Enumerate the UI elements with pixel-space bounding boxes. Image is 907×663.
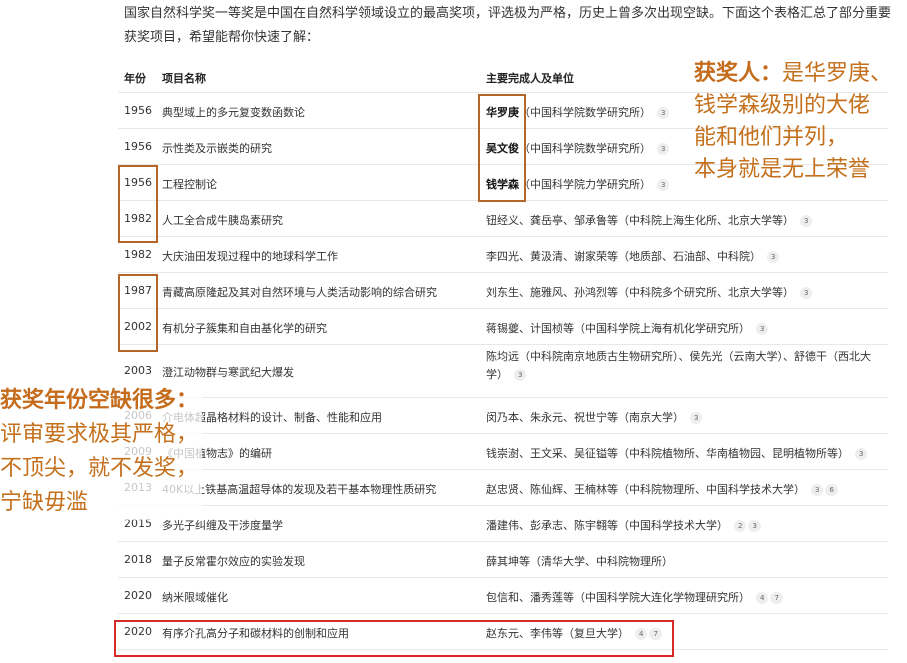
citation-badge[interactable]: 6 bbox=[825, 484, 838, 496]
cell-year: 2020 bbox=[124, 589, 152, 602]
highlight-box-years-1956-1982 bbox=[118, 165, 158, 243]
cell-awardees: 刘东生、施雅风、孙鸿烈等（中科院多个研究所、北京大学等） 3 bbox=[486, 284, 881, 302]
table-row: 201340K以上铁基高温超导体的发现及若干基本物理性质研究赵忠贤、陈仙辉、王楠… bbox=[118, 470, 888, 506]
citation-badge[interactable]: 7 bbox=[770, 592, 783, 604]
cell-year: 2018 bbox=[124, 553, 152, 566]
citation-badge[interactable]: 3 bbox=[756, 323, 769, 335]
cell-project: 纳米限域催化 bbox=[162, 591, 228, 604]
cell-awardees: 陈均远（中科院南京地质古生物研究所）、侯先光（云南大学）、舒德干（西北大学） 3 bbox=[486, 348, 881, 384]
cell-year: 1982 bbox=[124, 248, 152, 261]
cell-awardees: 潘建伟、彭承志、陈宇翱等（中国科学技术大学） 2 3 bbox=[486, 517, 881, 535]
awardee-org: 闵乃本、朱永元、祝世宁等（南京大学） bbox=[486, 411, 684, 424]
header-project: 项目名称 bbox=[162, 72, 206, 85]
cell-awardees: 钮经义、龚岳亭、邹承鲁等（中科院上海生化所、北京大学等） 3 bbox=[486, 212, 881, 230]
awardee-org: 刘东生、施雅风、孙鸿烈等（中科院多个研究所、北京大学等） bbox=[486, 286, 794, 299]
cell-awardees: 赵忠贤、陈仙辉、王楠林等（中科院物理所、中国科学技术大学） 3 6 bbox=[486, 481, 881, 499]
table-row: 2018 量子反常霍尔效应的实验发现 薛其坤等（清华大学、中科院物理所） bbox=[118, 542, 888, 578]
cell-awardees: 闵乃本、朱永元、祝世宁等（南京大学） 3 bbox=[486, 409, 881, 427]
awardee-org: 钮经义、龚岳亭、邹承鲁等（中科院上海生化所、北京大学等） bbox=[486, 214, 794, 227]
header-awardees: 主要完成人及单位 bbox=[486, 72, 574, 85]
awardee-org: 包信和、潘秀莲等（中国科学院大连化学物理研究所） bbox=[486, 591, 750, 604]
citation-badge[interactable]: 3 bbox=[748, 520, 761, 532]
highlight-box-awardees bbox=[478, 94, 526, 202]
awardee-org: （中国科学院数学研究所） bbox=[519, 106, 651, 119]
annotation-awardees-line: 钱学森级别的大佬 bbox=[694, 93, 871, 118]
intro-paragraph: 国家自然科学奖一等奖是中国在自然科学领域设立的最高奖项，评选极为严格，历史上曾多… bbox=[124, 6, 892, 45]
citation-badge[interactable]: 3 bbox=[657, 107, 670, 119]
cell-project: 示性类及示嵌类的研究 bbox=[162, 142, 272, 155]
citation-badge[interactable]: 3 bbox=[514, 369, 527, 381]
annotation-awardees-line: 能和他们并列， bbox=[694, 125, 849, 150]
cell-awardees: 蒋锡夔、计国桢等（中国科学院上海有机化学研究所） 3 bbox=[486, 320, 881, 338]
citation-badge[interactable]: 4 bbox=[756, 592, 769, 604]
highlight-box-latest-award bbox=[114, 620, 674, 657]
citation-badge[interactable]: 3 bbox=[690, 412, 703, 424]
table-row: 2003 澄江动物群与寒武纪大爆发 陈均远（中科院南京地质古生物研究所）、侯先光（云… bbox=[118, 345, 888, 398]
annotation-gaps: 获奖年份空缺很多： 评审要求极其严格， 不顶尖，就不发奖， 宁缺毋滥 bbox=[0, 384, 203, 520]
awardee-org: 陈均远（中科院南京地质古生物研究所）、侯先光（云南大学）、舒德干（西北大学） bbox=[486, 350, 871, 381]
annotation-awardees-title: 获奖人： bbox=[694, 61, 783, 86]
cell-awardees: 钱崇澍、王文采、吴征镒等（中科院植物所、华南植物园、昆明植物所等） 3 bbox=[486, 445, 881, 463]
annotation-gaps-line: 评审要求极其严格， bbox=[0, 422, 199, 447]
citation-badge[interactable]: 3 bbox=[855, 448, 868, 460]
awardee-org: 蒋锡夔、计国桢等（中国科学院上海有机化学研究所） bbox=[486, 322, 750, 335]
table-row: 1987 青藏高原隆起及其对自然环境与人类活动影响的综合研究 刘东生、施雅风、孙鸿烈… bbox=[118, 273, 888, 309]
table-row: 1982 人工全合成牛胰岛素研究 钮经义、龚岳亭、邹承鲁等（中科院上海生化所、北京大… bbox=[118, 201, 888, 237]
cell-project: 量子反常霍尔效应的实验发现 bbox=[162, 555, 305, 568]
annotation-gaps-title: 获奖年份空缺很多： bbox=[0, 388, 199, 413]
cell-awardees: 薛其坤等（清华大学、中科院物理所） bbox=[486, 553, 881, 571]
annotation-awardees: 获奖人：是华罗庚、 钱学森级别的大佬 能和他们并列， 本身就是无上荣誉 bbox=[694, 58, 892, 186]
awardee-org: （中国科学院力学研究所） bbox=[519, 178, 651, 191]
annotation-awardees-line: 是华罗庚、 bbox=[782, 61, 893, 86]
citation-badge[interactable]: 2 bbox=[734, 520, 747, 532]
header-year: 年份 bbox=[124, 72, 146, 85]
cell-project: 工程控制论 bbox=[162, 178, 217, 191]
annotation-gaps-line: 不顶尖，就不发奖， bbox=[0, 456, 199, 481]
table-row: 2009《中国植物志》的编研钱崇澍、王文采、吴征镒等（中科院植物所、华南植物园、… bbox=[118, 434, 888, 470]
awardee-org: 赵忠贤、陈仙辉、王楠林等（中科院物理所、中国科学技术大学） bbox=[486, 483, 805, 496]
cell-project: 青藏高原隆起及其对自然环境与人类活动影响的综合研究 bbox=[162, 286, 437, 299]
awardee-org: 钱崇澍、王文采、吴征镒等（中科院植物所、华南植物园、昆明植物所等） bbox=[486, 447, 849, 460]
citation-badge[interactable]: 3 bbox=[657, 143, 670, 155]
annotation-gaps-line: 宁缺毋滥 bbox=[0, 490, 89, 515]
cell-project: 有机分子簇集和自由基化学的研究 bbox=[162, 322, 327, 335]
annotation-awardees-line: 本身就是无上荣誉 bbox=[694, 157, 871, 182]
citation-badge[interactable]: 3 bbox=[767, 251, 780, 263]
cell-awardees: 包信和、潘秀莲等（中国科学院大连化学物理研究所） 4 7 bbox=[486, 589, 881, 607]
citation-badge[interactable]: 3 bbox=[657, 179, 670, 191]
highlight-box-years-1987-2002 bbox=[118, 274, 158, 352]
awardee-org: 李四光、黄汲清、谢家荣等（地质部、石油部、中科院） bbox=[486, 250, 761, 263]
table-row: 2015 多光子纠缠及干涉度量学 潘建伟、彭承志、陈宇翱等（中国科学技术大学） 2 3 bbox=[118, 506, 888, 542]
table-row: 2020 纳米限域催化 包信和、潘秀莲等（中国科学院大连化学物理研究所） 4 7 bbox=[118, 578, 888, 614]
citation-badge[interactable]: 3 bbox=[811, 484, 824, 496]
table-row: 2002 有机分子簇集和自由基化学的研究 蒋锡夔、计国桢等（中国科学院上海有机化学研… bbox=[118, 309, 888, 345]
awardee-org: 薛其坤等（清华大学、中科院物理所） bbox=[486, 555, 673, 568]
cell-year: 2003 bbox=[124, 364, 152, 377]
cell-year: 1956 bbox=[124, 140, 152, 153]
awardee-org: （中国科学院数学研究所） bbox=[519, 142, 651, 155]
cell-year: 1956 bbox=[124, 104, 152, 117]
cell-awardees: 李四光、黄汲清、谢家荣等（地质部、石油部、中科院） 3 bbox=[486, 248, 881, 266]
citation-badge[interactable]: 3 bbox=[800, 287, 813, 299]
cell-project: 40K以上铁基高温超导体的发现及若干基本物理性质研究 bbox=[162, 483, 437, 496]
awardee-org: 潘建伟、彭承志、陈宇翱等（中国科学技术大学） bbox=[486, 519, 728, 532]
cell-project: 典型域上的多元复变数函数论 bbox=[162, 106, 305, 119]
cell-project: 大庆油田发现过程中的地球科学工作 bbox=[162, 250, 338, 263]
cell-project: 人工全合成牛胰岛素研究 bbox=[162, 214, 283, 227]
citation-badge[interactable]: 3 bbox=[800, 215, 813, 227]
table-row: 2006介电体超晶格材料的设计、制备、性能和应用闵乃本、朱永元、祝世宁等（南京大… bbox=[118, 398, 888, 434]
cell-project: 澄江动物群与寒武纪大爆发 bbox=[162, 366, 294, 379]
table-row: 1982 大庆油田发现过程中的地球科学工作 李四光、黄汲清、谢家荣等（地质部、石油部… bbox=[118, 237, 888, 273]
